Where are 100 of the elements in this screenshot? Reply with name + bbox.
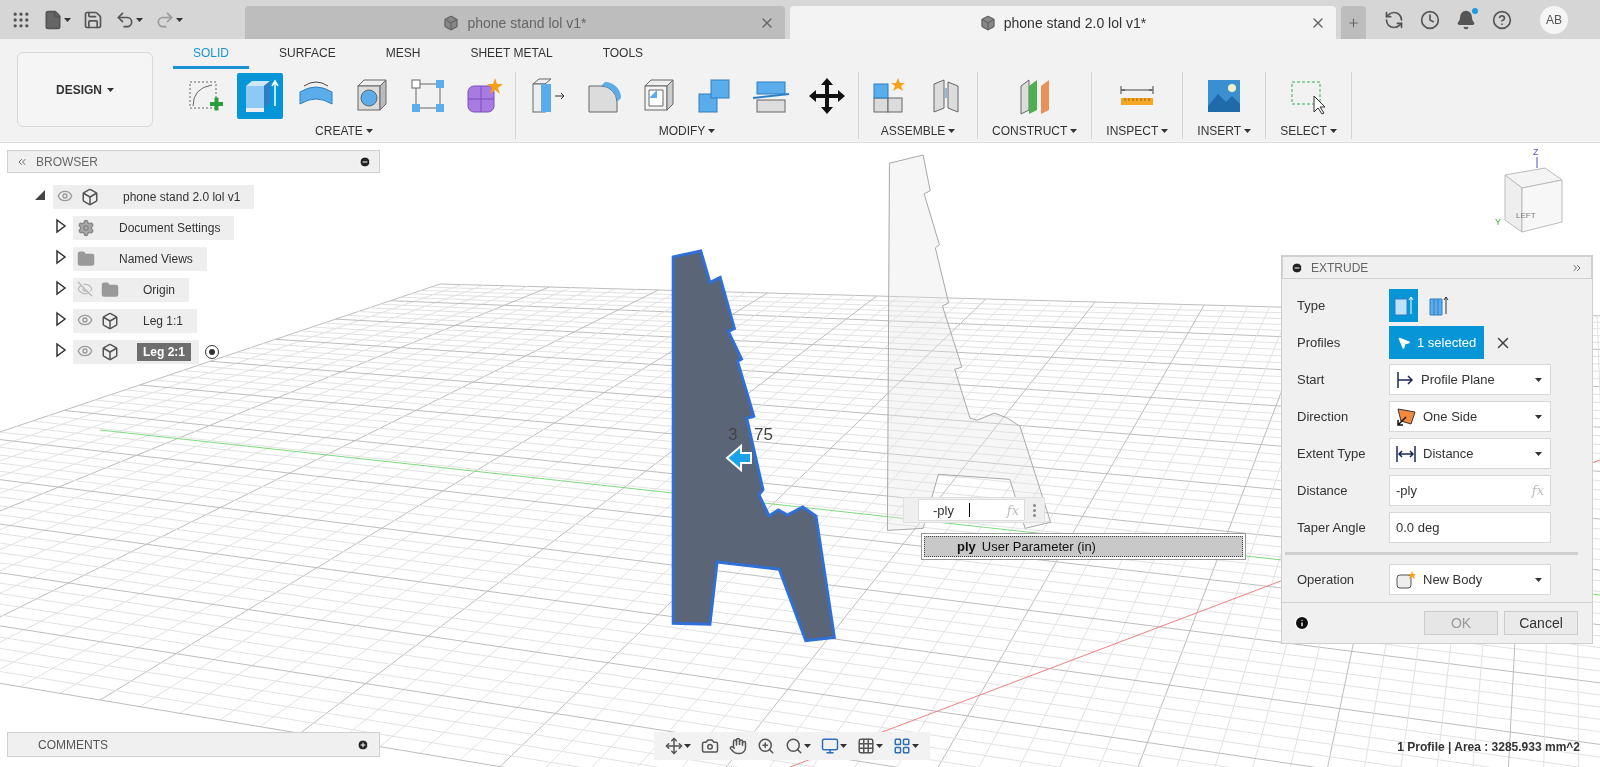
- collapse-triangle-icon[interactable]: [33, 188, 47, 202]
- field-label: Operation: [1297, 572, 1356, 587]
- expression-field[interactable]: -ply fx: [1389, 475, 1551, 506]
- caret-icon: [684, 744, 691, 748]
- workspace-button[interactable]: DESIGN: [17, 52, 153, 127]
- tree-item[interactable]: Named Views: [73, 247, 207, 271]
- minus-icon[interactable]: [359, 155, 371, 168]
- hand-icon: [729, 737, 747, 755]
- expand-triangle-icon[interactable]: [55, 342, 67, 358]
- dialog-button[interactable]: Cancel: [1504, 611, 1578, 635]
- caret-icon: [365, 129, 373, 133]
- toolbar-tab[interactable]: SURFACE: [259, 46, 356, 69]
- caret-icon: [64, 17, 71, 22]
- tool-group-menu[interactable]: INSERT: [1191, 123, 1258, 139]
- info-icon[interactable]: [1294, 615, 1310, 631]
- document-tab[interactable]: phone stand 2.0 lol v1*: [790, 6, 1336, 39]
- tree-item[interactable]: Origin: [73, 278, 189, 302]
- help-icon[interactable]: [1492, 9, 1512, 30]
- gear-icon: [77, 219, 95, 237]
- dropdown[interactable]: New Body: [1389, 564, 1551, 595]
- field-label: Type: [1297, 298, 1327, 313]
- caret-icon: [840, 744, 847, 748]
- cube-icon: [101, 312, 119, 330]
- tree-item[interactable]: Leg 2:1: [73, 340, 199, 364]
- grid-icon: [857, 737, 875, 755]
- four-way-arrow-icon: [665, 737, 683, 755]
- refresh-icon[interactable]: [1384, 9, 1404, 30]
- dropdown[interactable]: One Side: [1389, 401, 1551, 432]
- expand-triangle-icon[interactable]: [55, 280, 67, 296]
- caret-icon: [1535, 414, 1542, 419]
- distance-arrow-handle[interactable]: [725, 443, 752, 473]
- tool-group-menu[interactable]: MODIFY: [652, 123, 722, 139]
- caret-icon: [176, 17, 183, 22]
- caret-icon: [1244, 129, 1252, 133]
- camera-icon: [701, 737, 719, 755]
- caret-icon: [1535, 451, 1542, 456]
- monitor-icon: [821, 737, 839, 755]
- minus-icon[interactable]: [1291, 261, 1303, 274]
- caret-icon: [107, 87, 114, 92]
- toolbar-tab[interactable]: TOOLS: [582, 46, 664, 69]
- expand-triangle-icon[interactable]: [55, 311, 67, 327]
- search-icon: [785, 737, 803, 755]
- clock-icon[interactable]: [1420, 9, 1440, 30]
- folder-icon: [77, 250, 95, 268]
- caret-icon: [1161, 129, 1169, 133]
- field-label: Taper Angle: [1297, 520, 1367, 535]
- caret-icon: [136, 17, 143, 22]
- caret-icon: [876, 744, 883, 748]
- axis-label: Y: [1495, 217, 1501, 227]
- tool-group-menu[interactable]: SELECT: [1274, 123, 1343, 139]
- selected-leg-profile[interactable]: [671, 249, 837, 643]
- more-icon[interactable]: [1033, 503, 1036, 517]
- tree-item[interactable]: Document Settings: [73, 216, 235, 240]
- tool-group-menu[interactable]: ASSEMBLE: [874, 123, 962, 139]
- form-cube-star-icon: [464, 76, 504, 116]
- caret-icon: [1070, 129, 1078, 133]
- flag-arrow-icon: [1395, 406, 1417, 427]
- panel-title: COMMENTS: [38, 737, 109, 752]
- caret-icon: [1535, 577, 1542, 582]
- dropdown[interactable]: Distance: [1389, 438, 1551, 469]
- field-label: Direction: [1297, 409, 1350, 424]
- tool-group-menu[interactable]: CONSTRUCT: [986, 123, 1084, 139]
- start-plane-icon: [1395, 370, 1415, 389]
- expand-triangle-icon[interactable]: [55, 218, 67, 234]
- dimension-text: 75: [754, 425, 773, 444]
- tool-group-menu[interactable]: CREATE: [309, 123, 379, 139]
- suggestion-item[interactable]: ply User Parameter (in): [924, 536, 1243, 557]
- cube-icon: [101, 343, 119, 361]
- panel-title: BROWSER: [36, 154, 99, 169]
- tree-item[interactable]: phone stand 2.0 lol v1: [53, 185, 255, 209]
- folder-icon: [101, 281, 119, 299]
- caret-icon: [1329, 129, 1337, 133]
- toolbar-tab[interactable]: MESH: [365, 46, 441, 69]
- field-label: Profiles: [1297, 335, 1342, 350]
- redo-icon: [155, 9, 175, 30]
- notifications-icon[interactable]: [1456, 9, 1476, 30]
- field-label: Start: [1297, 372, 1326, 387]
- caret-icon: [912, 744, 919, 748]
- cube-icon: [979, 14, 996, 31]
- caret-icon: [948, 129, 956, 133]
- dropdown[interactable]: Profile Plane: [1389, 364, 1551, 395]
- distance-input-field[interactable]: -ply fx: [918, 499, 1025, 521]
- text-field[interactable]: 0.0 deg: [1389, 512, 1551, 543]
- distance-icon: [1395, 444, 1417, 463]
- add-icon[interactable]: [357, 738, 369, 751]
- tree-item[interactable]: Leg 1:1: [73, 309, 198, 333]
- field-label: Distance: [1297, 483, 1349, 498]
- user-avatar[interactable]: AB: [1540, 5, 1568, 34]
- caret-icon: [1535, 377, 1542, 382]
- field-label: Extent Type: [1297, 446, 1367, 461]
- save-icon: [83, 9, 103, 30]
- caret-icon: [804, 744, 811, 748]
- new-body-icon: [1395, 569, 1417, 590]
- layout-grid-icon: [893, 737, 911, 755]
- expand-triangle-icon[interactable]: [55, 249, 67, 265]
- type-option[interactable]: [1389, 289, 1418, 322]
- caret-icon: [708, 129, 716, 133]
- tool-group-menu[interactable]: INSPECT: [1100, 123, 1175, 139]
- panel-title: EXTRUDE: [1311, 260, 1370, 275]
- toolbar-tab[interactable]: SHEET METAL: [450, 46, 573, 69]
